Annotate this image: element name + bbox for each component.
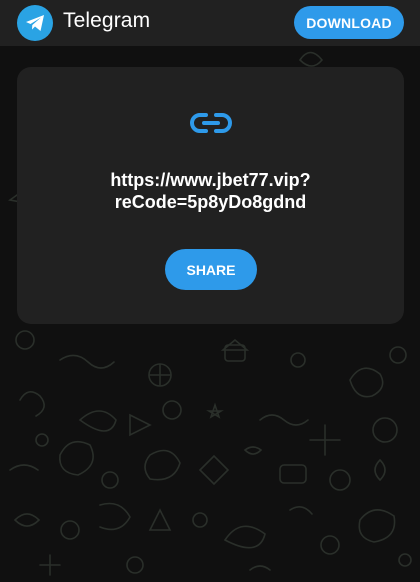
telegram-share-page: Telegram DOWNLOAD https://www.jbet77.vip… [0, 0, 420, 582]
telegram-logo-icon [17, 5, 53, 41]
paper-plane-icon [26, 15, 44, 31]
share-button[interactable]: SHARE [165, 249, 257, 290]
top-bar: Telegram DOWNLOAD [0, 0, 420, 46]
download-button[interactable]: DOWNLOAD [294, 6, 404, 39]
invite-link-text: https://www.jbet77.vip? reCode=5p8yDo8gd… [37, 169, 384, 213]
link-card: https://www.jbet77.vip? reCode=5p8yDo8gd… [17, 67, 404, 324]
link-icon [190, 113, 232, 133]
invite-link-line-2: reCode=5p8yDo8gdnd [114, 192, 307, 212]
invite-link-line-1: https://www.jbet77.vip? [110, 170, 311, 190]
app-title: Telegram [63, 9, 151, 32]
